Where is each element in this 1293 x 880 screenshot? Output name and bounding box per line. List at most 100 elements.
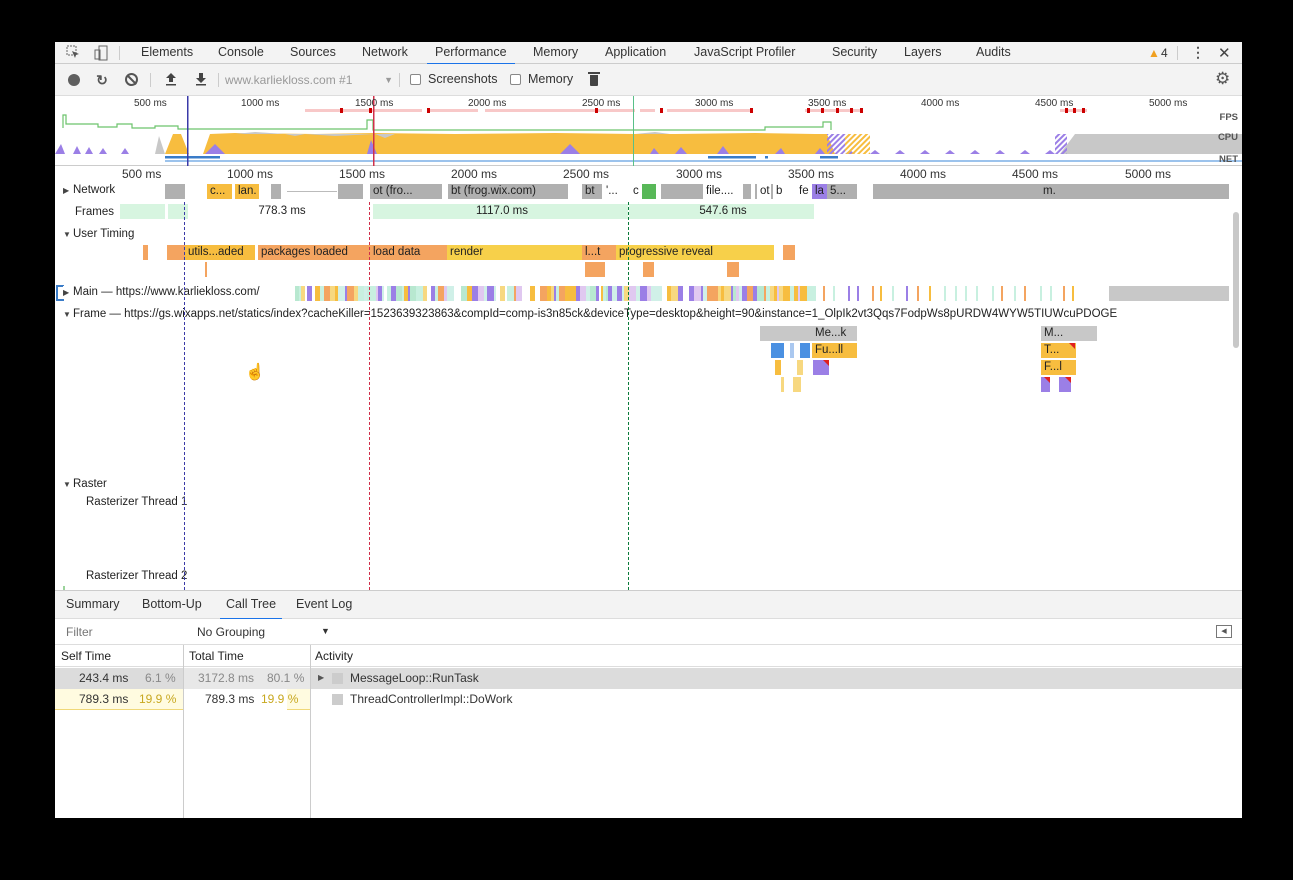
main-thread-task[interactable]	[783, 286, 790, 301]
tab-performance[interactable]: Performance	[427, 42, 515, 65]
network-request-bar[interactable]: bt	[582, 184, 602, 199]
expand-arrow-icon[interactable]: ▶	[318, 673, 324, 682]
inspect-element-icon[interactable]	[65, 45, 81, 61]
main-thread-task[interactable]	[724, 286, 731, 301]
frame-event-bar[interactable]	[793, 377, 801, 392]
main-thread-task[interactable]	[694, 286, 701, 301]
main-thread-task[interactable]	[965, 286, 967, 301]
user-timing-mark[interactable]: load data	[370, 245, 447, 260]
main-thread-task[interactable]	[1024, 286, 1026, 301]
network-request-bar[interactable]: lan.	[235, 184, 259, 199]
save-profile-button[interactable]	[193, 72, 209, 88]
column-divider[interactable]	[310, 645, 311, 818]
timeline-overview[interactable]: 500 ms 1000 ms 1500 ms 2000 ms 2500 ms 3…	[55, 96, 1242, 166]
tab-network[interactable]: Network	[362, 42, 408, 64]
tab-security[interactable]: Security	[832, 42, 877, 64]
frame-event-bar[interactable]: M...	[1041, 326, 1097, 341]
tab-call-tree[interactable]: Call Tree	[219, 597, 283, 620]
main-thread-task[interactable]	[800, 286, 807, 301]
tab-javascript-profiler[interactable]: JavaScript Profiler	[694, 42, 795, 64]
main-thread-task[interactable]	[857, 286, 859, 301]
dropdown-arrow-icon[interactable]: ▼	[321, 626, 330, 636]
main-thread-task[interactable]	[992, 286, 994, 301]
call-tree-row[interactable]: 243.4 ms 6.1 % 3172.8 ms 80.1 % ▶ Messag…	[55, 668, 1242, 689]
frame-event-bar[interactable]	[800, 343, 810, 358]
main-thread-task[interactable]	[447, 286, 454, 301]
network-request-bar[interactable]: 5...	[827, 184, 857, 199]
user-timing-mark[interactable]: l...t	[582, 245, 616, 260]
network-track-header[interactable]: ▶ Network	[63, 184, 115, 196]
user-timing-mark[interactable]	[585, 262, 605, 277]
network-request-bar[interactable]: ot (fro...	[370, 184, 442, 199]
main-thread-task[interactable]	[507, 286, 514, 301]
device-toolbar-icon[interactable]	[93, 45, 109, 61]
filter-input[interactable]	[66, 625, 176, 639]
call-tree-row[interactable]: 789.3 ms 19.9 % 789.3 ms 19.9 % ThreadCo…	[55, 689, 1242, 710]
frame-bar[interactable]	[168, 204, 188, 219]
main-thread-task[interactable]	[640, 286, 647, 301]
dom-content-loaded-marker[interactable]	[184, 202, 185, 590]
main-thread-task[interactable]	[416, 286, 423, 301]
user-timing-mark[interactable]: utils...aded	[185, 245, 255, 260]
tab-audits[interactable]: Audits	[976, 42, 1011, 64]
main-thread-task[interactable]	[833, 286, 835, 301]
frame-bar[interactable]	[120, 204, 165, 219]
memory-label[interactable]: Memory	[528, 72, 573, 86]
main-track-header[interactable]: ▶ Main — https://www.karliekloss.com/	[63, 286, 263, 298]
frames-track-label[interactable]: Frames	[75, 206, 114, 218]
tab-event-log[interactable]: Event Log	[296, 597, 352, 611]
user-timing-mark[interactable]	[643, 262, 654, 277]
tab-sources[interactable]: Sources	[290, 42, 336, 64]
main-thread-task[interactable]	[944, 286, 946, 301]
tab-layers[interactable]: Layers	[904, 42, 942, 64]
main-thread-task[interactable]	[880, 286, 882, 301]
user-timing-mark[interactable]	[727, 262, 739, 277]
user-timing-mark[interactable]	[167, 245, 185, 260]
main-thread-task[interactable]	[1063, 286, 1065, 301]
frame-event-bar[interactable]	[771, 343, 784, 358]
screenshots-label[interactable]: Screenshots	[428, 72, 497, 86]
profile-select[interactable]: www.karliekloss.com #1 ▼	[225, 71, 395, 89]
memory-checkbox[interactable]	[510, 74, 521, 85]
main-thread-task[interactable]	[757, 286, 764, 301]
main-thread-task[interactable]	[1014, 286, 1016, 301]
screenshots-checkbox[interactable]	[410, 74, 421, 85]
frame-event-bar[interactable]	[790, 343, 794, 358]
load-event-marker[interactable]	[369, 202, 370, 590]
column-header-total-time[interactable]: Total Time	[189, 649, 244, 663]
load-profile-button[interactable]	[163, 72, 179, 88]
reload-record-button[interactable]: ↻	[94, 72, 110, 88]
network-request-bar[interactable]: m.	[873, 184, 1229, 199]
frame-bar[interactable]: 778.3 ms	[188, 204, 373, 219]
tab-bottom-up[interactable]: Bottom-Up	[142, 597, 202, 611]
network-request-bar[interactable]	[642, 184, 656, 199]
user-timing-mark[interactable]: progressive reveal	[616, 245, 774, 260]
tab-console[interactable]: Console	[218, 42, 264, 64]
frame-event-bar[interactable]	[797, 360, 803, 375]
main-thread-task[interactable]	[454, 286, 461, 301]
network-request-bar[interactable]	[165, 184, 185, 199]
main-thread-task[interactable]	[872, 286, 874, 301]
main-thread-task[interactable]	[338, 286, 345, 301]
main-thread-activity-strip[interactable]	[295, 286, 1229, 301]
flame-chart-scrollbar[interactable]	[1233, 212, 1239, 348]
raster-track-header[interactable]: ▼ Raster	[63, 478, 107, 490]
main-thread-task[interactable]	[540, 286, 547, 301]
network-request-bar[interactable]: file....	[703, 184, 743, 199]
clear-button[interactable]	[124, 72, 140, 88]
main-thread-task[interactable]	[629, 286, 636, 301]
main-thread-task[interactable]	[929, 286, 931, 301]
network-request-bar[interactable]: fe	[796, 184, 812, 199]
network-request-bar[interactable]	[271, 184, 281, 199]
more-options-icon[interactable]: ⋮	[1191, 44, 1205, 60]
tab-memory[interactable]: Memory	[533, 42, 578, 64]
frame-event-bar[interactable]: Fu...ll	[812, 343, 857, 358]
first-meaningful-paint-marker[interactable]	[628, 202, 629, 590]
main-thread-task[interactable]	[1001, 286, 1003, 301]
column-divider[interactable]	[183, 645, 184, 818]
network-request-bar[interactable]: ot	[757, 184, 771, 199]
main-thread-task[interactable]	[1072, 286, 1074, 301]
network-request-bar[interactable]: '...	[603, 184, 617, 199]
collect-garbage-button[interactable]	[588, 72, 600, 86]
network-request-bar[interactable]: b	[773, 184, 787, 199]
